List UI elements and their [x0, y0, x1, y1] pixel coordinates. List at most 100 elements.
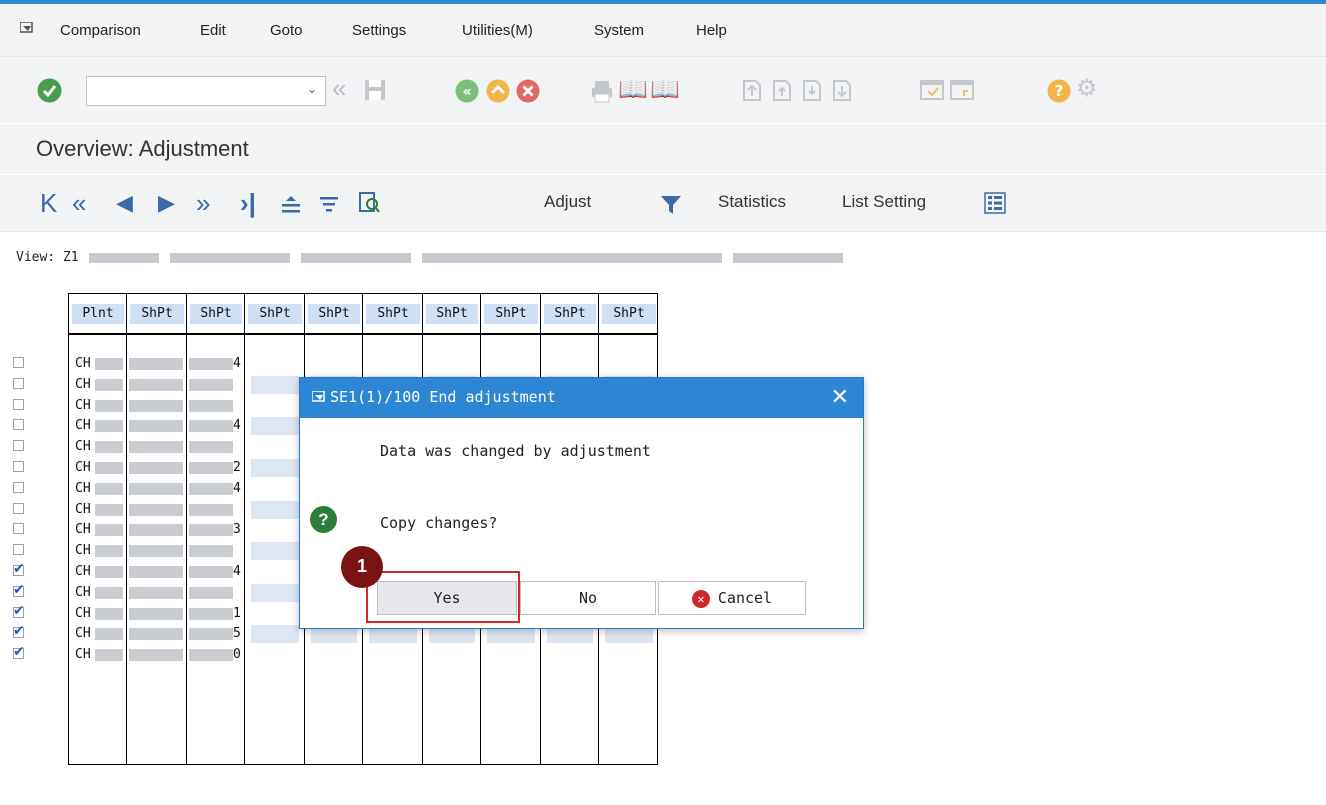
column-header[interactable]: ShPt	[544, 304, 596, 324]
find-icon[interactable]: 📖	[618, 75, 648, 104]
row-checkbox[interactable]	[13, 419, 24, 431]
menu-help[interactable]: Help	[696, 22, 727, 39]
row-checkbox[interactable]	[13, 544, 24, 556]
menu-settings[interactable]: Settings	[352, 22, 406, 39]
row-checkbox[interactable]	[13, 440, 24, 452]
row-checkbox[interactable]	[13, 622, 25, 639]
blurred-value	[189, 586, 233, 599]
menu-edit[interactable]: Edit	[200, 22, 226, 39]
back-icon[interactable]: «	[455, 79, 479, 103]
blurred-value	[129, 628, 183, 641]
row-checkbox[interactable]	[13, 602, 25, 619]
new-session-icon[interactable]	[920, 79, 944, 101]
row-checkbox[interactable]	[13, 502, 24, 514]
shpt-cell: 4	[233, 480, 241, 496]
prev-icon[interactable]: ◀	[116, 188, 133, 218]
chevron-down-icon[interactable]: ⌄	[307, 82, 317, 96]
blurred-value	[95, 441, 123, 454]
dialog-title-bar: SE1(1)/100 End adjustment ✕	[300, 378, 863, 418]
row-checkbox[interactable]	[13, 461, 24, 472]
command-input[interactable]	[91, 77, 295, 105]
column-header[interactable]: ShPt	[602, 304, 656, 324]
blurred-value	[189, 545, 233, 558]
plant-cell: CH	[75, 418, 91, 434]
row-checkbox[interactable]	[13, 357, 24, 368]
plant-cell: CH	[75, 460, 91, 475]
shpt-cell: 2	[233, 460, 241, 475]
blurred-value	[189, 649, 233, 662]
column-header[interactable]: ShPt	[366, 304, 420, 324]
prev-page-icon[interactable]: «	[72, 188, 86, 218]
row-checkbox[interactable]	[13, 560, 25, 577]
help-icon[interactable]: ?	[1047, 79, 1071, 103]
list-icon[interactable]	[984, 192, 1006, 214]
sap-menu-icon[interactable]	[20, 22, 34, 34]
enter-check-icon[interactable]	[37, 78, 62, 103]
shpt-cell[interactable]	[251, 625, 299, 644]
save-icon[interactable]	[364, 79, 386, 101]
blurred-value	[129, 607, 183, 620]
column-header[interactable]: ShPt	[190, 304, 242, 324]
cancel-icon[interactable]	[516, 79, 540, 103]
last-page-icon[interactable]	[830, 79, 852, 101]
next-page-icon[interactable]	[800, 79, 822, 101]
column-header[interactable]: ShPt	[248, 304, 302, 324]
column-header[interactable]: ShPt	[426, 304, 478, 324]
first-icon[interactable]: K	[40, 188, 57, 218]
next-page-icon[interactable]: »	[196, 188, 210, 218]
row-checkbox[interactable]	[13, 481, 24, 493]
shpt-cell[interactable]	[251, 375, 299, 394]
row-checkbox[interactable]	[13, 581, 25, 598]
statistics-button[interactable]: Statistics	[718, 192, 786, 212]
command-field[interactable]: ⌄	[86, 76, 326, 106]
shpt-cell[interactable]	[251, 583, 299, 602]
blurred-value	[129, 586, 183, 599]
row-checkbox[interactable]	[13, 398, 24, 410]
menu-utilities[interactable]: Utilities(M)	[462, 22, 533, 39]
step-badge: 1	[341, 546, 383, 588]
shpt-cell: 1	[233, 605, 241, 621]
details-icon[interactable]	[358, 191, 380, 215]
shortcut-icon[interactable]	[950, 79, 974, 101]
column-header[interactable]: ShPt	[130, 304, 184, 324]
menu-goto[interactable]: Goto	[270, 22, 303, 39]
blurred-value	[189, 378, 233, 391]
first-page-icon[interactable]	[740, 79, 762, 101]
next-icon[interactable]: ▶	[158, 188, 175, 218]
print-icon[interactable]	[590, 79, 614, 103]
blurred-value	[95, 462, 123, 474]
blurred-value	[129, 358, 183, 370]
cancel-button[interactable]: ✕ Cancel	[658, 581, 806, 615]
menu-comparison[interactable]: Comparison	[60, 22, 141, 39]
shpt-cell[interactable]	[251, 459, 299, 477]
table-row[interactable]: CH 4	[69, 354, 657, 374]
prev-page-icon[interactable]	[770, 79, 792, 101]
row-checkbox[interactable]	[13, 523, 24, 535]
plant-cell: CH	[75, 564, 91, 579]
list-setting-button[interactable]: List Setting	[842, 192, 926, 212]
menu-system[interactable]: System	[594, 22, 644, 39]
find-next-icon[interactable]: 📖	[650, 75, 680, 104]
shpt-cell[interactable]	[251, 542, 299, 561]
shpt-cell[interactable]	[251, 500, 299, 519]
no-button[interactable]: No	[520, 581, 656, 615]
column-header[interactable]: ShPt	[484, 304, 538, 324]
table-row[interactable]: CH 0	[69, 645, 657, 665]
column-header[interactable]: ShPt	[308, 304, 360, 324]
adjust-button[interactable]: Adjust	[544, 192, 591, 212]
customize-icon[interactable]: ⚙	[1076, 74, 1098, 103]
exit-icon[interactable]	[486, 79, 510, 103]
row-checkbox[interactable]	[13, 643, 25, 660]
back-double-icon[interactable]: «	[332, 73, 346, 104]
blurred-value	[95, 503, 123, 516]
sort-asc-icon[interactable]	[280, 194, 302, 214]
filter-icon[interactable]	[318, 194, 340, 214]
last-icon[interactable]: ›|	[240, 188, 256, 218]
shpt-cell[interactable]	[251, 417, 299, 436]
statistics-icon[interactable]	[660, 194, 682, 216]
column-header[interactable]: Plnt	[72, 304, 124, 324]
close-icon[interactable]: ✕	[831, 384, 849, 410]
plant-cell: CH	[75, 605, 91, 621]
row-checkbox[interactable]	[13, 377, 24, 389]
plant-cell: CH	[75, 480, 91, 496]
